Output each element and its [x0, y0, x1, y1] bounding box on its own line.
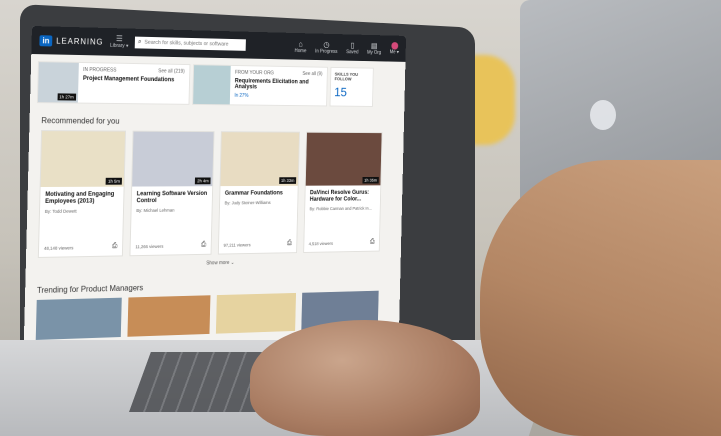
linkedin-learning-logo[interactable]: in LEARNING	[39, 34, 104, 47]
viewer-count: 97,211 viewers	[223, 241, 251, 248]
in-progress-thumbnail: 1h 27m	[37, 62, 79, 103]
duration-badge: 1h 5m	[106, 177, 122, 185]
apple-logo-icon	[590, 100, 616, 130]
progress-text: In 27%	[234, 92, 249, 99]
in-progress-badge: IN PROGRESS	[83, 66, 117, 74]
course-card[interactable]: 1h 35m DaVinci Resolve Gurus: Hardware f…	[303, 131, 383, 253]
skills-label: SKILLS YOU FOLLOW	[334, 71, 359, 82]
trending-thumbnail[interactable]	[35, 297, 122, 340]
course-title: DaVinci Resolve Gurus: Hardware for Colo…	[309, 190, 370, 203]
avatar	[390, 41, 398, 50]
course-thumbnail: 1h 33m	[220, 132, 300, 187]
home-icon: ⌂	[298, 39, 303, 48]
course-author: By: Michael Lehman	[136, 207, 175, 213]
course-card[interactable]: 1h 33m Grammar Foundations By: Judy Stei…	[217, 131, 300, 255]
course-thumbnail: 1h 35m	[305, 132, 382, 186]
nav-saved[interactable]: ▯ Saved	[346, 40, 359, 55]
nav-me-label: Me ▾	[389, 49, 399, 55]
bookmark-icon[interactable]: ⎙	[201, 241, 206, 249]
skills-count: 15	[334, 84, 348, 100]
course-thumbnail: 2h 4m	[132, 131, 214, 187]
duration-badge: 1h 35m	[362, 176, 379, 184]
viewer-count: 4,518 viewers	[308, 240, 334, 246]
course-author: By: Todd Dewett	[44, 208, 77, 214]
org-icon: ▤	[370, 41, 378, 50]
nav-in-progress[interactable]: ◷ In Progress	[315, 39, 338, 55]
course-title: Motivating and Engaging Employees (2013)	[45, 191, 115, 205]
library-menu[interactable]: ☰ Library ▾	[110, 34, 129, 50]
from-org-badge: FROM YOUR ORG	[234, 69, 274, 77]
duration-badge: 2h 4m	[195, 177, 211, 185]
nav-home[interactable]: ⌂ Home	[294, 39, 306, 53]
viewer-count: 11,266 viewers	[135, 243, 164, 249]
library-label: Library ▾	[110, 42, 129, 50]
nav-saved-label: Saved	[346, 48, 359, 55]
bookmark-icon: ▯	[350, 40, 355, 50]
search-icon: ⌕	[137, 38, 142, 46]
course-card[interactable]: 2h 4m Learning Software Version Control …	[129, 130, 215, 257]
logo-text: LEARNING	[56, 36, 104, 47]
course-card[interactable]: 1h 5m Motivating and Engaging Employees …	[37, 130, 127, 258]
course-title: Grammar Foundations	[224, 190, 283, 197]
left-hand	[250, 320, 480, 436]
nav-my-org-label: My Org	[366, 49, 382, 56]
course-title: Project Management Foundations	[82, 75, 175, 84]
recommended-title: Recommended for you	[41, 116, 120, 126]
course-title: Requirements Elicitation and Analysis	[234, 78, 309, 91]
bookmark-icon[interactable]: ⎙	[112, 243, 118, 251]
see-all-link[interactable]: See all (219)	[158, 68, 185, 74]
trending-thumbnail[interactable]	[127, 295, 211, 337]
from-org-card[interactable]: FROM YOUR ORG See all (9) Requirements E…	[192, 64, 328, 107]
course-title: Learning Software Version Control	[136, 191, 208, 205]
nav-home-label: Home	[294, 47, 307, 54]
in-progress-card[interactable]: 1h 27m IN PROGRESS See all (219) Project…	[36, 61, 191, 105]
nav-in-progress-label: In Progress	[315, 48, 338, 55]
course-author: By: Robbie Carman and Patrick In...	[309, 205, 372, 212]
trending-thumbnail[interactable]	[215, 292, 297, 334]
bookmark-icon[interactable]: ⎙	[287, 240, 292, 248]
see-all-link[interactable]: See all (9)	[302, 71, 322, 77]
from-org-thumbnail	[193, 65, 231, 105]
top-cards: 1h 27m IN PROGRESS See all (219) Project…	[30, 54, 406, 114]
menu-icon: ☰	[115, 34, 123, 44]
duration-badge: 1h 27m	[57, 93, 76, 101]
recommended-row: 1h 5m Motivating and Engaging Employees …	[26, 130, 404, 258]
bookmark-icon[interactable]: ⎙	[370, 239, 375, 247]
course-thumbnail: 1h 5m	[40, 131, 126, 188]
nav-icons: ⌂ Home ◷ In Progress ▯ Saved ▤ My Org Me…	[294, 39, 399, 56]
course-author: By: Judy Steiner-Williams	[224, 200, 271, 206]
duration-badge: 1h 33m	[279, 177, 297, 184]
search-box[interactable]: ⌕	[134, 36, 247, 51]
clock-icon: ◷	[323, 39, 330, 49]
search-input[interactable]	[144, 39, 244, 48]
right-arm	[480, 160, 721, 436]
nav-my-org[interactable]: ▤ My Org	[367, 41, 381, 55]
logo-box: in	[39, 34, 53, 46]
viewer-count: 48,148 viewers	[43, 244, 74, 251]
skills-card[interactable]: SKILLS YOU FOLLOW 15	[329, 66, 374, 107]
nav-me[interactable]: Me ▾	[389, 41, 400, 56]
